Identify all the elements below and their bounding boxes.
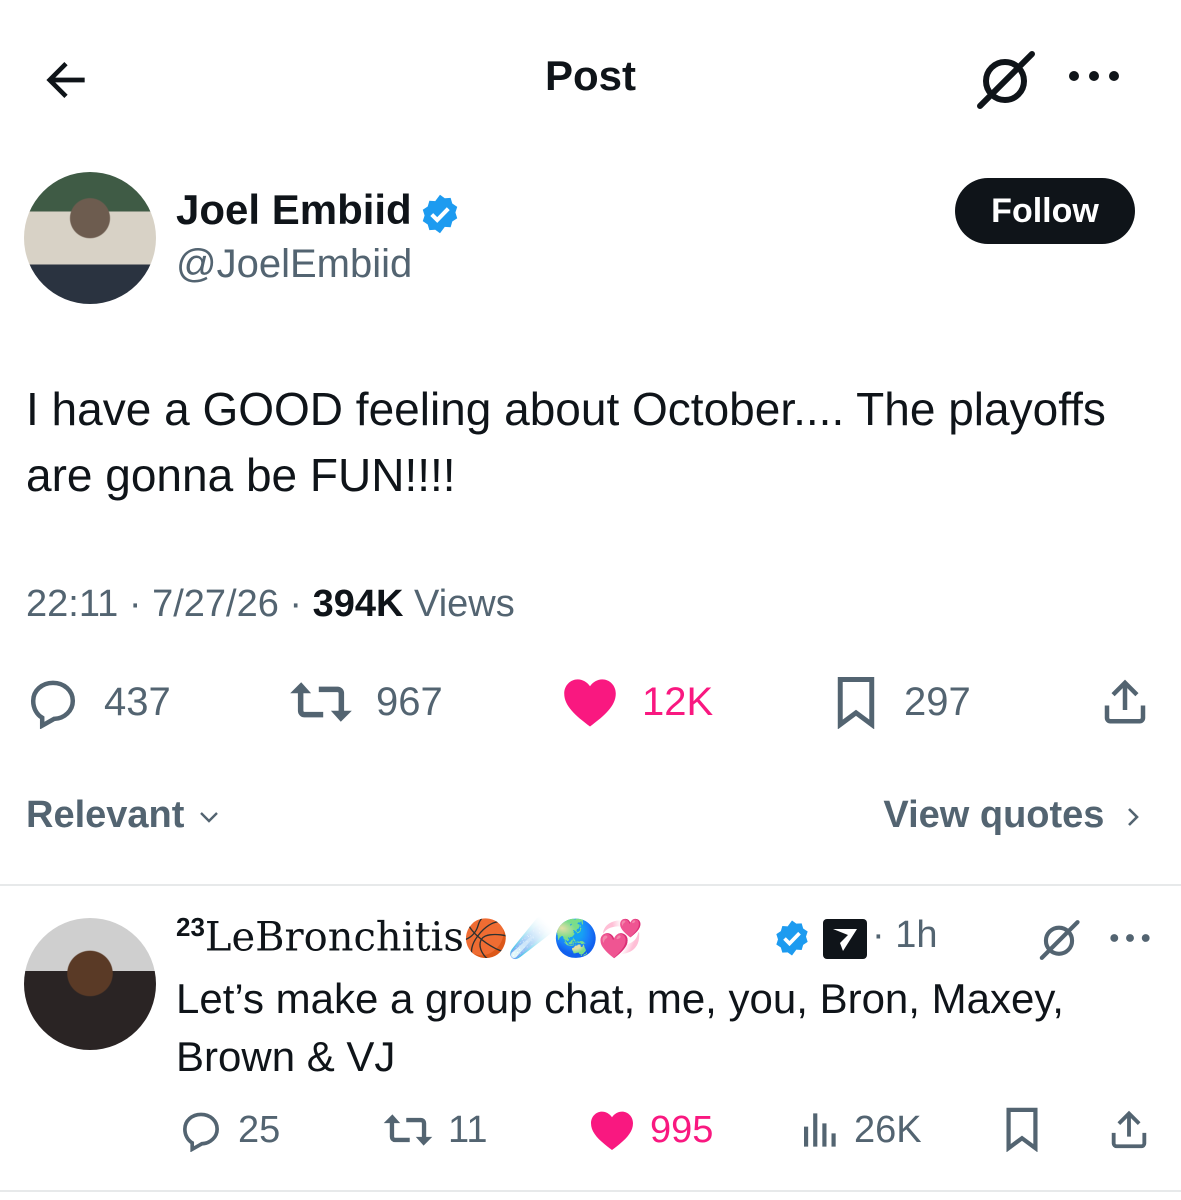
like-count: 12K (642, 679, 714, 724)
sort-label: Relevant (26, 794, 185, 836)
sort-dropdown[interactable]: Relevant (26, 794, 223, 837)
reply-like-count: 995 (650, 1108, 714, 1151)
bookmark-count: 297 (904, 679, 971, 724)
reply-views-count: 26K (854, 1108, 922, 1151)
post-meta: 22:11 · 7/27/26 · 394K Views (26, 583, 515, 625)
follow-button[interactable]: Follow (955, 178, 1135, 244)
like-button[interactable]: 12K (560, 672, 713, 732)
reply-time: · 1h (872, 914, 938, 956)
reply-repost-count: 11 (448, 1108, 488, 1151)
bookmark-icon (837, 677, 875, 729)
reply-icon (183, 1112, 219, 1152)
reply-views-button[interactable]: 26K (798, 1104, 922, 1156)
share-icon[interactable] (1106, 1106, 1152, 1152)
reply-name-text: LeBronchitis (204, 914, 464, 961)
post-time: 22:11 (26, 583, 119, 625)
grok-icon[interactable] (1036, 918, 1082, 962)
repost-count: 967 (376, 679, 443, 724)
author-handle[interactable]: @JoelEmbiid (176, 242, 412, 287)
bookmark-icon[interactable] (1000, 1106, 1044, 1152)
avatar[interactable] (24, 172, 156, 304)
like-icon (591, 1111, 633, 1150)
divider (0, 884, 1181, 886)
more-icon[interactable] (1108, 928, 1152, 948)
divider (0, 1190, 1181, 1192)
reply-text: Let’s make a group chat, me, you, Bron, … (176, 975, 1064, 1080)
post-text: I have a GOOD feeling about October.... … (26, 383, 1106, 501)
views-count: 394K (312, 583, 404, 625)
reply-like-button[interactable]: 995 (588, 1104, 713, 1156)
verified-badge-icon (776, 920, 808, 956)
reply-time-value: 1h (895, 914, 938, 956)
repost-icon (383, 1114, 433, 1146)
share-icon[interactable] (1098, 674, 1152, 728)
view-quotes-label: View quotes (883, 794, 1105, 836)
reply-reply-button[interactable]: 25 (178, 1104, 280, 1156)
view-quotes-link[interactable]: View quotes (883, 794, 1145, 837)
like-icon (564, 679, 616, 727)
reply-name-emojis: 🏀☄️🌏💞 (463, 918, 644, 960)
reply-icon (30, 680, 76, 729)
repost-button[interactable]: 967 (288, 672, 443, 732)
chevron-down-icon (200, 812, 218, 823)
author-name[interactable]: Joel Embiid (176, 186, 412, 234)
chevron-right-icon (1128, 808, 1139, 826)
reply-author-name[interactable]: 23LeBronchitis🏀☄️🌏💞 (176, 912, 643, 960)
repost-icon (290, 682, 352, 722)
verified-badge-icon (422, 194, 458, 234)
reply-name-prefix: 23 (176, 912, 205, 942)
reply-button[interactable]: 437 (24, 672, 171, 732)
affiliate-badge-icon (823, 919, 867, 959)
reply-reply-count: 25 (238, 1108, 281, 1151)
reply-repost-button[interactable]: 11 (382, 1104, 487, 1156)
bookmark-button[interactable]: 297 (830, 672, 971, 732)
analytics-icon (804, 1113, 836, 1147)
reply-avatar[interactable] (24, 918, 156, 1050)
views-label: Views (414, 583, 515, 625)
more-icon[interactable] (1066, 64, 1122, 88)
grok-icon[interactable] (972, 48, 1038, 112)
reply-count: 437 (104, 679, 171, 724)
post-date: 7/27/26 (152, 583, 279, 625)
